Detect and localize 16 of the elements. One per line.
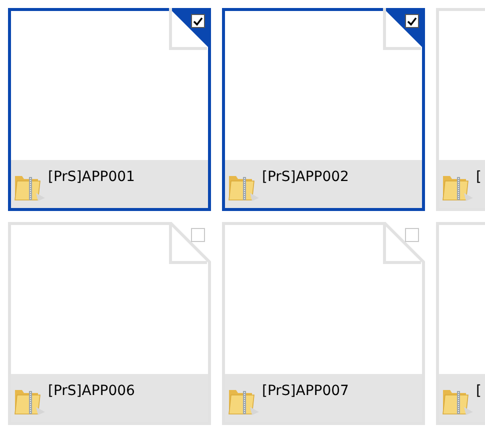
checkmark-icon bbox=[193, 16, 203, 26]
file-tile[interactable]: [PrS]APP002 bbox=[222, 8, 425, 211]
file-name: [PrS]APP007 bbox=[262, 382, 349, 400]
file-tile[interactable]: [PrS]APP007 bbox=[222, 222, 425, 425]
checkmark-icon bbox=[407, 16, 417, 26]
file-tile[interactable]: [ bbox=[436, 222, 485, 425]
checkbox[interactable] bbox=[191, 14, 205, 28]
file-tile[interactable]: [ bbox=[436, 8, 485, 211]
file-name: [PrS]APP001 bbox=[48, 168, 135, 186]
file-tile[interactable]: [PrS]APP006 bbox=[8, 222, 211, 425]
file-name: [ bbox=[476, 382, 482, 400]
file-name: [ bbox=[476, 168, 482, 186]
file-name: [PrS]APP002 bbox=[262, 168, 349, 186]
file-name: [PrS]APP006 bbox=[48, 382, 135, 400]
file-tile[interactable]: [PrS]APP001 bbox=[8, 8, 211, 211]
checkbox[interactable] bbox=[405, 14, 419, 28]
